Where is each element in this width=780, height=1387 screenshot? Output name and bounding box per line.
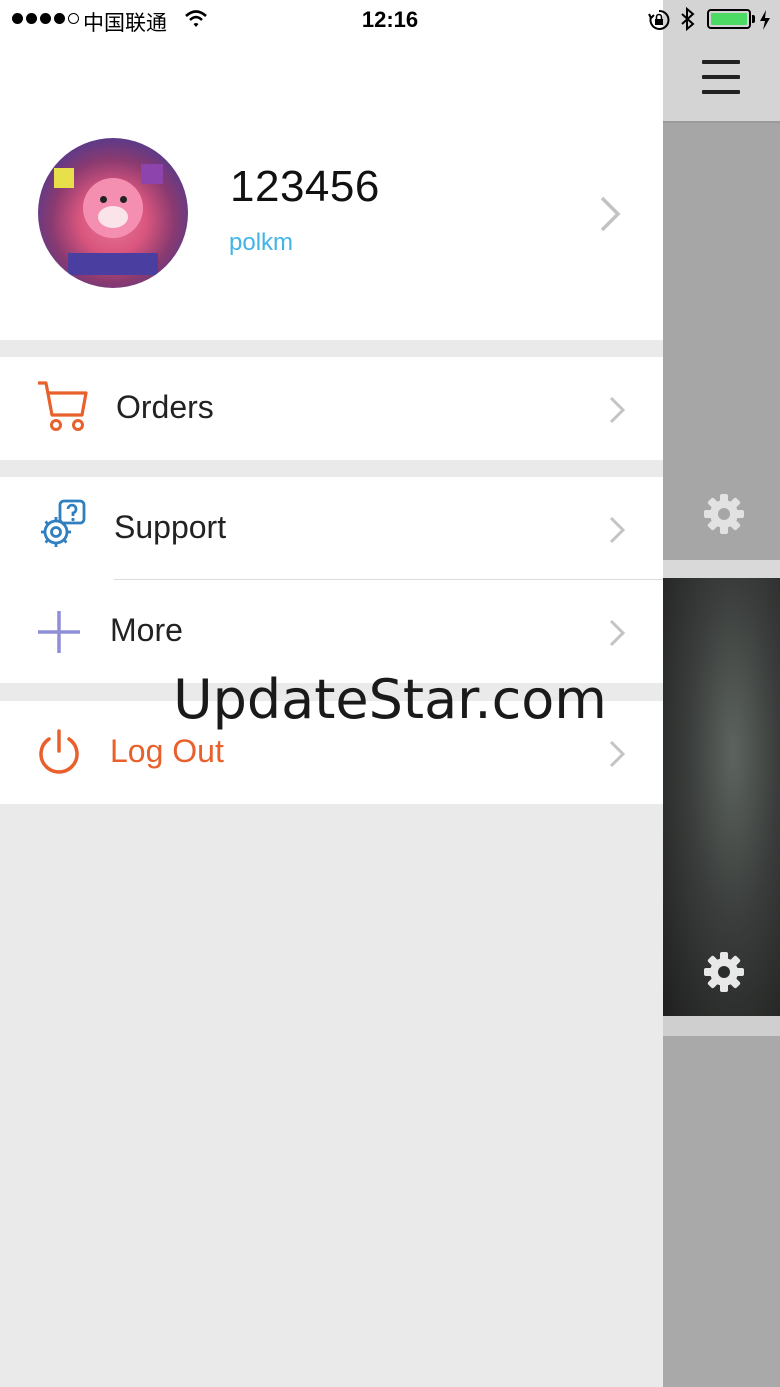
plus-icon [38,611,80,653]
chevron-right-icon [609,740,626,768]
chevron-right-icon [609,516,626,544]
settings-gear-icon[interactable] [700,490,748,538]
menu-item-label: Log Out [110,733,224,769]
menu-group-support: Support More [0,477,663,683]
support-gear-icon [41,499,86,547]
avatar[interactable] [38,138,188,288]
cart-icon [38,381,88,431]
watermark: UpdateStar.com [173,668,607,731]
menu-item-label: Orders [116,389,214,425]
background-card[interactable] [663,1036,780,1387]
battery-icon [707,9,751,29]
menu-item-orders[interactable]: Orders [0,357,663,460]
profile-subtitle: polkm [229,229,294,256]
menu-item-label: Support [114,509,227,545]
profile-name: 123456 [230,162,380,211]
charging-icon [760,10,770,30]
power-icon [39,729,79,774]
settings-gear-icon[interactable] [700,948,748,996]
menu-group-orders: Orders [0,357,663,460]
hamburger-menu-icon[interactable] [702,60,740,94]
chevron-right-icon [609,619,626,647]
menu-item-label: More [110,612,183,648]
orientation-lock-icon [648,9,670,30]
status-bar: 中国联通 12:16 [0,0,780,40]
chevron-right-icon [600,196,621,232]
menu-item-support[interactable]: Support [0,477,663,580]
profile-header[interactable]: 123456 polkm [0,0,663,340]
bluetooth-icon [681,7,695,31]
chevron-right-icon [609,396,626,424]
